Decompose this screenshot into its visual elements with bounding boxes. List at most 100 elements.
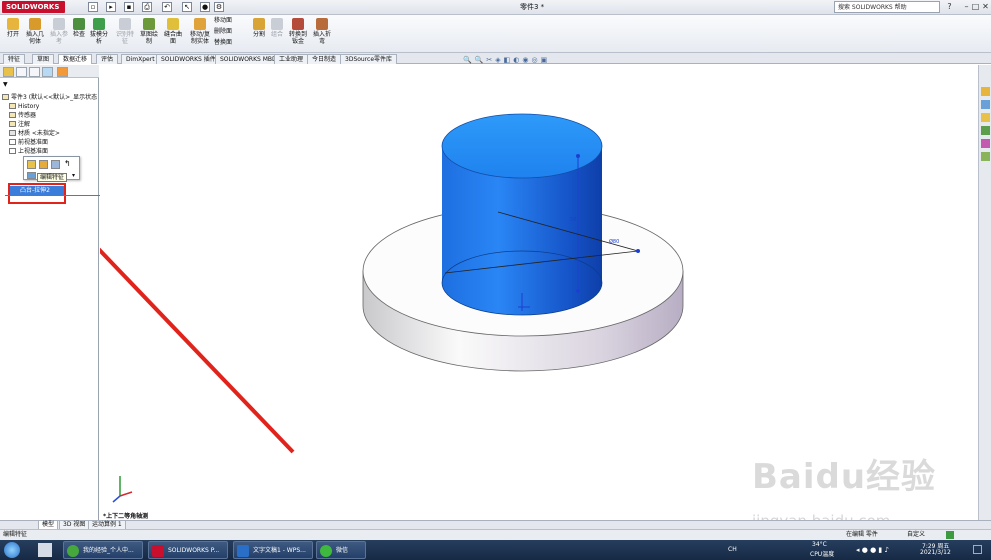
undo-icon[interactable]: ↶ <box>162 2 172 12</box>
insert-reference-tool[interactable]: 插入参考 <box>48 18 70 45</box>
custom-properties-icon[interactable] <box>981 152 990 161</box>
view-palette-icon[interactable] <box>981 126 990 135</box>
rollback-icon[interactable] <box>51 160 60 169</box>
knit-surface-tool[interactable]: 缝合曲面 <box>162 18 184 45</box>
combine-icon <box>271 18 283 30</box>
title-bar: SOLIDWORKS ▫ ▸ ▪ ⎙ ↶ ↖ ● ⚙ 零件3 * 搜索 SOLI… <box>0 0 991 15</box>
insert-bend-tool[interactable]: 插入折弯 <box>311 18 333 45</box>
save-icon[interactable]: ▪ <box>124 2 134 12</box>
tab-addins[interactable]: SOLIDWORKS 插件 <box>156 54 221 64</box>
config-tab-icon[interactable] <box>29 67 40 77</box>
clock-date[interactable]: 2021/3/12 <box>920 549 951 556</box>
check-icon <box>73 18 85 30</box>
tab-3dsource[interactable]: 3DSource零件库 <box>340 54 398 64</box>
height-label[interactable]: 50 <box>570 217 576 223</box>
task-browser[interactable]: 我的经验_个人中... <box>63 541 143 559</box>
help-status-icon[interactable] <box>946 531 954 539</box>
tree-root[interactable]: 零件3 (默认<<默认>_显示状态 <box>2 94 97 101</box>
temperature: 34°C <box>812 541 827 548</box>
sketch-tool[interactable]: 草图绘制 <box>138 18 160 45</box>
rebuild-icon[interactable]: ● <box>200 2 210 12</box>
split-tool[interactable]: 分割 <box>251 18 267 38</box>
hide-icon[interactable]: ↰ <box>64 159 71 168</box>
tree-item-top-plane[interactable]: 上视基准面 <box>9 148 48 155</box>
appearance-icon[interactable] <box>27 172 36 179</box>
plane-icon <box>9 139 16 145</box>
tab-mbd[interactable]: SOLIDWORKS MBD <box>215 54 282 64</box>
property-tab-icon[interactable] <box>16 67 27 77</box>
replace-face-tool[interactable]: 替换面 <box>214 39 250 46</box>
combine-tool[interactable]: 组合 <box>269 18 285 38</box>
edit-sketch-icon[interactable] <box>39 160 48 169</box>
task-solidworks[interactable]: SOLIDWORKS P... <box>148 541 228 559</box>
help-icon[interactable]: ? <box>944 2 955 12</box>
folder-icon <box>7 18 19 30</box>
move-copy-body-tool[interactable]: 移动/复制实体 <box>187 18 213 45</box>
tab-data-migration[interactable]: 数据迁移 <box>58 54 93 64</box>
draft-analysis-tool[interactable]: 拔模分析 <box>89 18 109 45</box>
tab-sketch[interactable]: 草图 <box>32 54 55 64</box>
tree-item-material[interactable]: 材质 <未指定> <box>9 130 60 137</box>
view-orientation-label: *上下二等角轴测 <box>103 513 149 520</box>
open-file-icon[interactable]: ▸ <box>106 2 116 12</box>
solidworks-logo[interactable]: SOLIDWORKS <box>2 1 65 13</box>
command-manager: 打开 插入几何体 插入参考 检查 拔模分析 识别特征 草图绘制 缝合曲面 移动/… <box>0 15 991 53</box>
tray-icons[interactable]: ◂ ● ● ▮ ♪ <box>856 546 889 554</box>
tab-today-manufacturing[interactable]: 今日制造 <box>307 54 342 64</box>
rollback-bar[interactable] <box>5 195 100 196</box>
print-icon[interactable]: ⎙ <box>142 2 152 12</box>
new-file-icon[interactable]: ▫ <box>88 2 98 12</box>
bottom-tabs: 模型 3D 视图 运动算例 1 <box>0 520 991 530</box>
calculator-icon[interactable] <box>38 543 52 557</box>
feature-recognition-tool[interactable]: 识别特征 <box>114 18 136 45</box>
feature-tree-tab-icon[interactable] <box>3 67 14 77</box>
material-icon <box>9 130 16 136</box>
units-selector[interactable]: 自定义 <box>907 530 925 540</box>
start-button-icon[interactable] <box>4 542 20 558</box>
file-explorer-icon[interactable] <box>981 113 990 122</box>
check-tool[interactable]: 检查 <box>71 18 87 38</box>
plane-icon <box>9 148 16 154</box>
help-search-input[interactable]: 搜索 SOLIDWORKS 帮助 <box>834 1 940 13</box>
tab-industry-assistant[interactable]: 工业助理 <box>274 54 309 64</box>
tab-evaluate[interactable]: 评估 <box>96 54 119 64</box>
tree-item-front-plane[interactable]: 前视基准面 <box>9 139 48 146</box>
diameter-label[interactable]: Ø80 <box>609 239 619 245</box>
tab-features[interactable]: 特征 <box>3 54 26 64</box>
browser-icon <box>67 545 79 557</box>
document-title: 零件3 * <box>520 3 545 11</box>
move-face-tool[interactable]: 移动面 <box>214 17 250 24</box>
dimxpert-tab-icon[interactable] <box>42 67 53 77</box>
solidworks-icon <box>152 545 164 557</box>
options-icon[interactable]: ⚙ <box>214 2 224 12</box>
open-tool[interactable]: 打开 <box>3 18 23 38</box>
move-body-icon <box>194 18 206 30</box>
filter-icon[interactable]: ▼ <box>3 81 8 88</box>
delete-face-tool[interactable]: 删除面 <box>214 28 250 35</box>
tab-dimxpert[interactable]: DimXpert <box>121 54 160 64</box>
tooltip: 编辑特征 <box>37 173 68 182</box>
bend-icon <box>316 18 328 30</box>
view-heads-up-toolbar[interactable]: 🔍🔍✂◈◧◐◉◎▣ <box>463 56 550 64</box>
convert-sheetmetal-tool[interactable]: 转换到钣金 <box>287 18 309 45</box>
knit-icon <box>167 18 179 30</box>
chevron-down-icon[interactable]: ▾ <box>72 172 75 179</box>
display-tab-icon[interactable] <box>57 67 68 77</box>
ime-indicator[interactable]: CH <box>728 546 737 553</box>
appearances-icon[interactable] <box>981 139 990 148</box>
status-bar: 编辑特征 在编辑 零件 自定义 <box>0 529 991 540</box>
resources-icon[interactable] <box>981 87 990 96</box>
task-wechat[interactable]: 微信 <box>316 541 366 559</box>
insert-body-tool[interactable]: 插入几何体 <box>24 18 46 45</box>
close-button[interactable]: ✕ <box>980 2 991 12</box>
select-icon[interactable]: ↖ <box>182 2 192 12</box>
tree-item-history[interactable]: History <box>9 103 39 110</box>
tree-item-sensors[interactable]: 传感器 <box>9 112 36 119</box>
annotation-arrow-shaft <box>64 213 295 454</box>
design-library-icon[interactable] <box>981 100 990 109</box>
edit-feature-icon[interactable] <box>27 160 36 169</box>
show-desktop-icon[interactable] <box>973 545 982 554</box>
tree-item-annotations[interactable]: 注解 <box>9 121 30 128</box>
task-wps[interactable]: 文字文稿1 - WPS... <box>233 541 313 559</box>
status-message: 编辑特征 <box>3 531 28 538</box>
